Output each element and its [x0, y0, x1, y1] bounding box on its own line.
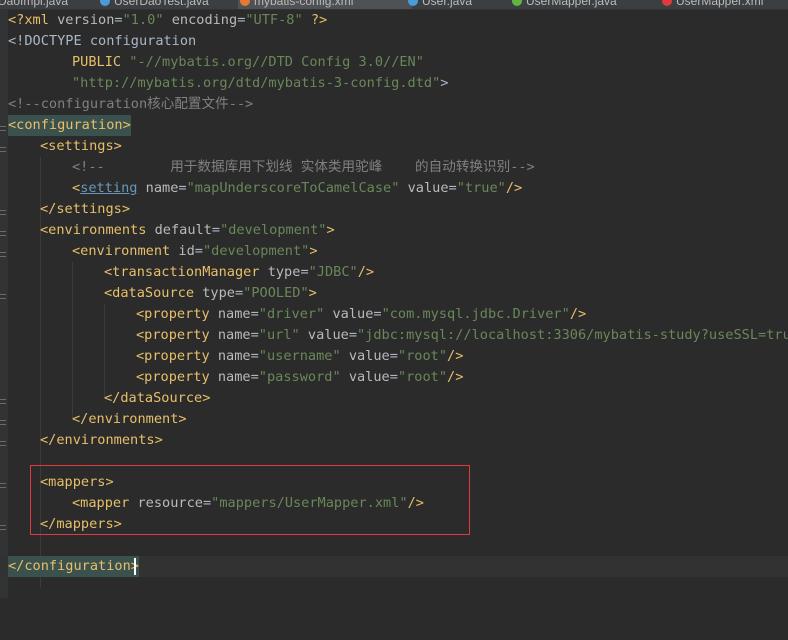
configuration-open-tag: <configuration> — [8, 115, 131, 136]
xml-file-icon — [240, 0, 250, 6]
code-line-6: <configuration> — [0, 115, 788, 136]
xml-file-icon — [662, 0, 672, 6]
xml-comment: <!--configuration核心配置文件--> — [8, 96, 254, 112]
code-line-5: <!--configuration核心配置文件--> — [0, 94, 788, 115]
xml-comment: <!-- 用于数据库用下划线 实体类用驼峰 的自动转换识别--> — [72, 159, 535, 175]
environment-close-tag: </environment> — [72, 411, 187, 427]
environments-open-tag: <environments default="development"> — [40, 222, 335, 238]
code-line-17: <property name="username" value="root"/> — [0, 346, 788, 367]
property-driver: <property name="driver" value="com.mysql… — [136, 306, 587, 322]
code-line-10: </settings> — [0, 199, 788, 220]
code-line-15: <property name="driver" value="com.mysql… — [0, 304, 788, 325]
tab-label: User.java — [422, 0, 473, 8]
settings-close-tag: </settings> — [40, 201, 131, 217]
editor-tab-bar: DaoImpl.java UserDaoTest.java mybatis-co… — [0, 0, 788, 10]
code-line-16: <property name="url" value="jdbc:mysql:/… — [0, 325, 788, 346]
doctype-public-id: PUBLIC "-//mybatis.org//DTD Config 3.0//… — [72, 54, 424, 70]
text-caret — [134, 558, 136, 575]
code-line-2: <!DOCTYPE configuration — [0, 31, 788, 52]
tab-user-dao-test[interactable]: UserDaoTest.java — [98, 0, 209, 9]
code-line-9: <setting name="mapUnderscoreToCamelCase"… — [0, 178, 788, 199]
tab-label: UserMapper.java — [526, 0, 617, 8]
tab-dao-impl[interactable]: DaoImpl.java — [0, 0, 68, 9]
code-line-14: <dataSource type="POOLED"> — [0, 283, 788, 304]
code-line-18: <property name="password" value="root"/> — [0, 367, 788, 388]
code-line-8: <!-- 用于数据库用下划线 实体类用驼峰 的自动转换识别--> — [0, 157, 788, 178]
code-line-1: <?xml version="1.0" encoding="UTF-8" ?> — [0, 10, 788, 31]
code-line-11: <environments default="development"> — [0, 220, 788, 241]
tab-user-mapper-xml[interactable]: UserMapper.xml — [660, 0, 763, 9]
code-line-4: "http://mybatis.org/dtd/mybatis-3-config… — [0, 73, 788, 94]
property-password: <property name="password" value="root"/> — [136, 369, 464, 385]
code-line-27: </configuration> — [0, 556, 788, 577]
settings-open-tag: <settings> — [40, 138, 122, 154]
datasource-close-tag: </dataSource> — [104, 390, 211, 406]
setting-tag-link[interactable]: setting — [80, 180, 137, 196]
code-line-21: </environments> — [0, 430, 788, 451]
property-url: <property name="url" value="jdbc:mysql:/… — [136, 327, 788, 343]
highlight-box-mappers — [30, 465, 470, 535]
tab-mybatis-config[interactable]: mybatis-config.xml — [238, 0, 412, 9]
code-line-19: </dataSource> — [0, 388, 788, 409]
doctype-declaration: <!DOCTYPE configuration — [8, 33, 197, 49]
xml-declaration: <?xml version="1.0" encoding="UTF-8" ?> — [8, 12, 328, 28]
tab-user[interactable]: User.java — [406, 0, 472, 9]
datasource-open-tag: <dataSource type="POOLED"> — [104, 285, 317, 301]
transaction-manager-element: <transactionManager type="JDBC"/> — [104, 264, 375, 280]
tab-label: UserMapper.xml — [676, 0, 764, 8]
tab-user-mapper-java[interactable]: UserMapper.java — [510, 0, 617, 9]
java-class-icon — [408, 0, 418, 6]
configuration-close-tag: </configuration> — [8, 556, 139, 577]
tab-label: mybatis-config.xml — [254, 0, 354, 8]
java-interface-icon — [512, 0, 522, 6]
java-class-icon — [100, 0, 110, 6]
property-username: <property name="username" value="root"/> — [136, 348, 464, 364]
doctype-system-id: "http://mybatis.org/dtd/mybatis-3-config… — [72, 75, 449, 91]
tab-label: DaoImpl.java — [0, 0, 69, 8]
code-line-20: </environment> — [0, 409, 788, 430]
code-line-12: <environment id="development"> — [0, 241, 788, 262]
code-line-7: <settings> — [0, 136, 788, 157]
environment-open-tag: <environment id="development"> — [72, 243, 318, 259]
environments-close-tag: </environments> — [40, 432, 163, 448]
setting-element: <setting name="mapUnderscoreToCamelCase"… — [72, 180, 523, 196]
code-line-13: <transactionManager type="JDBC"/> — [0, 262, 788, 283]
tab-label: UserDaoTest.java — [114, 0, 209, 8]
code-line-3: PUBLIC "-//mybatis.org//DTD Config 3.0//… — [0, 52, 788, 73]
